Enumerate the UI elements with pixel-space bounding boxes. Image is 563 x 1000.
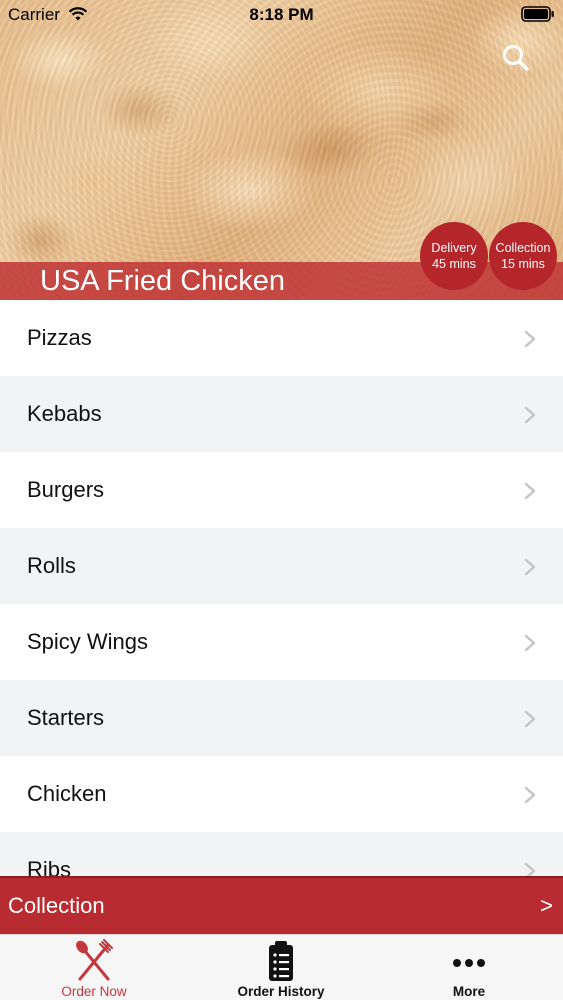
collection-time: 15 mins	[501, 257, 545, 271]
tab-more[interactable]: More	[375, 935, 563, 1000]
collection-mode-button[interactable]: Collection >	[0, 876, 563, 934]
category-label: Rolls	[27, 553, 76, 578]
tab-label: More	[452, 984, 486, 999]
tab-order-now[interactable]: Order Now	[0, 935, 188, 1000]
battery-icon	[521, 6, 554, 22]
chevron-right-icon	[524, 406, 536, 424]
tab-label: Order History	[237, 984, 325, 999]
status-bar: Carrier 8:18 PM	[0, 0, 563, 30]
search-icon[interactable]	[500, 42, 532, 74]
collection-label: Collection	[495, 241, 551, 255]
category-row-burgers[interactable]: Burgers	[0, 452, 563, 528]
clipboard-list-icon	[269, 941, 293, 981]
chevron-right-icon	[524, 482, 536, 500]
more-dots-icon	[453, 959, 485, 967]
clock: 8:18 PM	[249, 5, 314, 24]
chevron-right-icon	[524, 710, 536, 728]
category-row-ribs[interactable]: Ribs	[0, 832, 563, 876]
chevron-right-icon	[524, 330, 536, 348]
hero-banner: Carrier 8:18 PM USA Fried Chicken Delive…	[0, 0, 563, 300]
category-row-rolls[interactable]: Rolls	[0, 528, 563, 604]
category-label: Pizzas	[27, 325, 92, 350]
delivery-label: Delivery	[431, 241, 477, 255]
delivery-time-badge: Delivery 45 mins	[420, 222, 488, 290]
category-row-kebabs[interactable]: Kebabs	[0, 376, 563, 452]
collection-mode-label: Collection	[8, 893, 105, 918]
chevron-right-icon	[524, 634, 536, 652]
delivery-time: 45 mins	[432, 257, 476, 271]
category-row-chicken[interactable]: Chicken	[0, 756, 563, 832]
category-label: Burgers	[27, 477, 105, 502]
category-label: Starters	[27, 705, 105, 730]
chevron-right-icon	[524, 558, 536, 576]
category-label: Chicken	[27, 781, 107, 806]
tab-label: Order Now	[61, 984, 127, 999]
category-row-starters[interactable]: Starters	[0, 680, 563, 756]
category-row-pizzas[interactable]: Pizzas	[0, 300, 563, 376]
collection-time-badge: Collection 15 mins	[489, 222, 557, 290]
restaurant-name: USA Fried Chicken	[40, 265, 285, 297]
chevron-right-icon	[524, 786, 536, 804]
tab-bar: Order Now Order History More	[0, 934, 563, 1000]
fork-knife-icon	[76, 939, 113, 981]
category-row-spicy-wings[interactable]: Spicy Wings	[0, 604, 563, 680]
category-label: Spicy Wings	[27, 629, 149, 654]
category-list: Pizzas Kebabs Burgers Rolls Spicy Wings …	[0, 300, 563, 876]
category-label: Kebabs	[27, 401, 102, 426]
tab-order-history[interactable]: Order History	[187, 935, 375, 1000]
chevron-right-icon	[524, 862, 536, 876]
category-label: Ribs	[27, 857, 72, 876]
collection-arrow-icon: >	[540, 893, 553, 918]
